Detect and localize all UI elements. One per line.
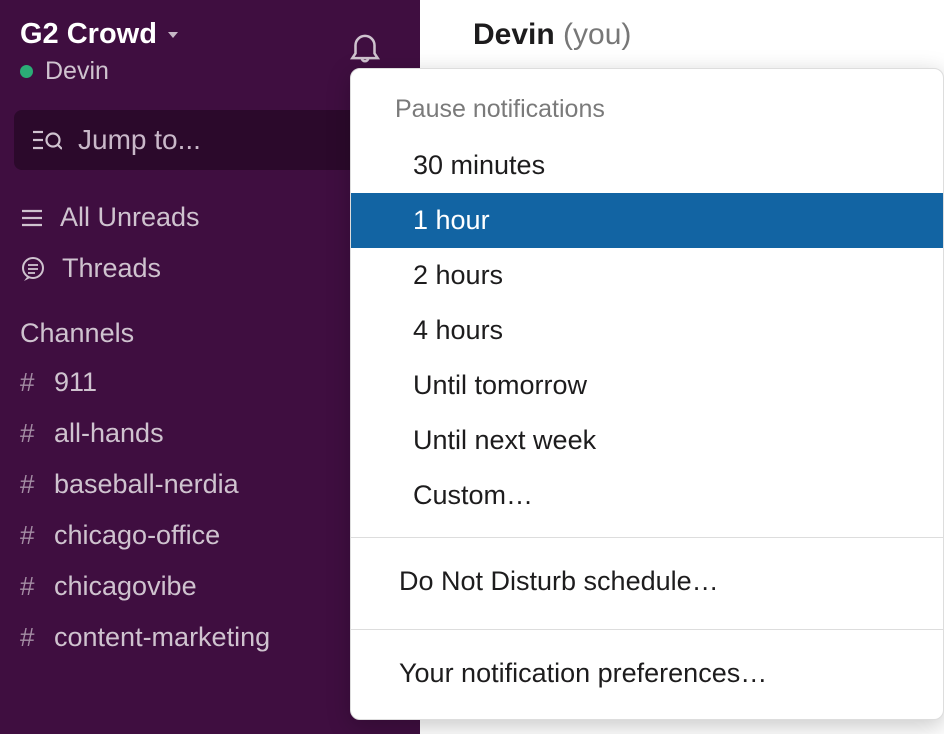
channel-label: content-marketing bbox=[54, 622, 270, 653]
channel-label: chicago-office bbox=[54, 520, 220, 551]
notifications-dropdown: Pause notifications 30 minutes1 hour2 ho… bbox=[350, 68, 944, 720]
pause-option-item[interactable]: Until next week bbox=[351, 413, 943, 468]
dnd-schedule-item[interactable]: Do Not Disturb schedule… bbox=[351, 552, 943, 615]
presence-active-icon bbox=[20, 65, 33, 78]
hash-icon: # bbox=[20, 571, 42, 602]
dm-header: Devin (you) bbox=[420, 0, 944, 62]
notifications-button[interactable] bbox=[346, 18, 400, 71]
pause-options-list: 30 minutes1 hour2 hours4 hoursUntil tomo… bbox=[351, 138, 943, 523]
hash-icon: # bbox=[20, 418, 42, 449]
chevron-down-icon bbox=[165, 18, 181, 51]
pause-option-item[interactable]: Until tomorrow bbox=[351, 358, 943, 413]
channel-label: all-hands bbox=[54, 418, 164, 449]
jump-to-icon bbox=[32, 127, 62, 153]
bell-icon bbox=[346, 28, 384, 66]
hash-icon: # bbox=[20, 520, 42, 551]
workspace-switcher[interactable]: G2 Crowd Devin bbox=[20, 18, 346, 86]
dropdown-divider bbox=[351, 537, 943, 538]
dm-you-label: (you) bbox=[563, 18, 631, 51]
threads-icon bbox=[20, 256, 46, 282]
dropdown-divider bbox=[351, 629, 943, 630]
pause-option-item[interactable]: Custom… bbox=[351, 468, 943, 523]
unreads-icon bbox=[20, 207, 44, 229]
channel-label: 911 bbox=[54, 367, 97, 398]
jump-to-button[interactable]: Jump to... bbox=[14, 110, 406, 170]
workspace-name-label: G2 Crowd bbox=[20, 18, 157, 51]
pause-option-item[interactable]: 1 hour bbox=[351, 193, 943, 248]
channel-label: baseball-nerdia bbox=[54, 469, 239, 500]
pause-option-item[interactable]: 2 hours bbox=[351, 248, 943, 303]
hash-icon: # bbox=[20, 469, 42, 500]
hash-icon: # bbox=[20, 622, 42, 653]
notification-preferences-item[interactable]: Your notification preferences… bbox=[351, 644, 943, 711]
channel-label: chicagovibe bbox=[54, 571, 197, 602]
dropdown-heading: Pause notifications bbox=[351, 95, 943, 138]
dm-title[interactable]: Devin (you) bbox=[473, 18, 904, 52]
current-user-label: Devin bbox=[45, 57, 109, 86]
pause-option-item[interactable]: 4 hours bbox=[351, 303, 943, 358]
current-user-row: Devin bbox=[20, 57, 346, 86]
nav-all-unreads-label: All Unreads bbox=[60, 202, 200, 233]
jump-to-label: Jump to... bbox=[78, 124, 201, 156]
hash-icon: # bbox=[20, 367, 42, 398]
dm-name: Devin bbox=[473, 18, 555, 51]
pause-option-item[interactable]: 30 minutes bbox=[351, 138, 943, 193]
nav-threads-label: Threads bbox=[62, 253, 161, 284]
